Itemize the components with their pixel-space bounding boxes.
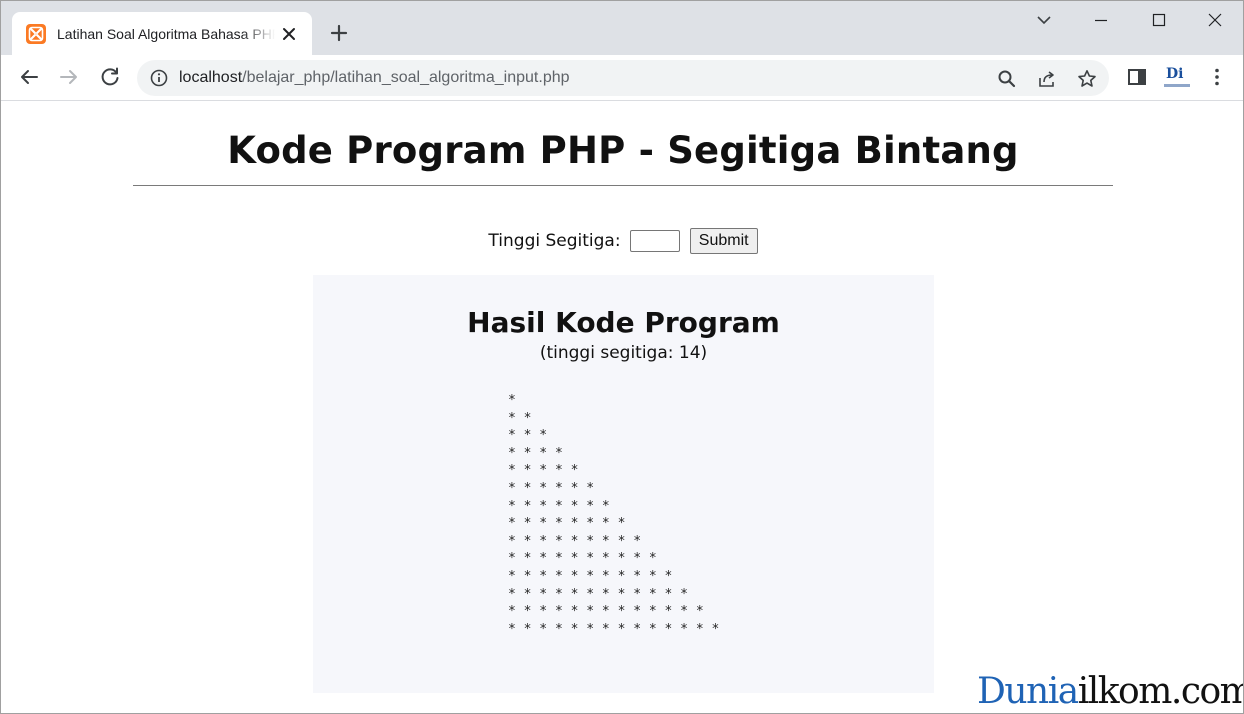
bookmark-star-icon[interactable] (1077, 69, 1097, 89)
height-input[interactable] (629, 230, 680, 252)
site-info-icon[interactable] (150, 69, 168, 87)
browser-tab[interactable]: Latihan Soal Algoritma Bahasa PHP (12, 12, 312, 55)
star-row: * * * * * * * * * * * (508, 568, 673, 584)
height-form: Tinggi Segitiga: Submit (1, 228, 1243, 256)
height-label: Tinggi Segitiga: (488, 231, 621, 251)
close-window-icon[interactable] (1200, 7, 1230, 33)
tab-title: Latihan Soal Algoritma Bahasa PHP (57, 26, 275, 42)
page-title: Kode Program PHP - Segitiga Bintang (227, 129, 1019, 172)
maximize-icon[interactable] (1144, 7, 1174, 33)
browser-toolbar: localhost/belajar_php/latihan_soal_algor… (1, 55, 1243, 101)
url-text[interactable]: localhost/belajar_php/latihan_soal_algor… (179, 68, 570, 88)
xampp-favicon-icon (26, 24, 46, 44)
menu-kebab-icon[interactable] (1205, 65, 1229, 89)
star-row: * * * * * * * * * (508, 533, 642, 549)
url-host: localhost (179, 69, 243, 86)
divider (133, 185, 1113, 186)
star-row: * (508, 393, 516, 408)
share-icon[interactable] (1037, 69, 1057, 89)
minimize-icon[interactable] (1086, 7, 1116, 33)
star-row: * * * * * (508, 463, 579, 479)
star-row: * * * * * * * * * * * * * * (508, 621, 720, 637)
star-triangle: * * * * * * * * * * * * * * * * * * * * * * * … (508, 392, 719, 638)
star-row: * * * (508, 428, 548, 444)
tab-strip: Latihan Soal Algoritma Bahasa PHP (1, 1, 1243, 55)
page-content: Kode Program PHP - Segitiga Bintang Ting… (1, 101, 1244, 713)
result-title: Hasil Kode Program (467, 306, 780, 339)
side-panel-icon[interactable] (1125, 65, 1149, 89)
forward-arrow-icon[interactable] (57, 65, 81, 89)
zoom-search-icon[interactable] (997, 69, 1017, 89)
tab-close-icon[interactable] (280, 25, 298, 43)
tab-search-chevron-icon[interactable] (1029, 7, 1059, 33)
star-row: * * * * (508, 445, 563, 461)
star-row: * * * * * * * (508, 498, 610, 514)
extension-duniailkom-icon[interactable]: Di (1164, 66, 1190, 92)
result-panel: Hasil Kode Program (tinggi segitiga: 14)… (313, 275, 934, 693)
star-row: * * * * * * (508, 480, 595, 496)
watermark-logo: Duniailkom.com (977, 671, 1244, 712)
star-row: * * * * * * * * * * (508, 551, 657, 567)
reload-icon[interactable] (98, 65, 122, 89)
url-path: /belajar_php/latihan_soal_algoritma_inpu… (242, 69, 570, 86)
result-subtitle: (tinggi segitiga: 14) (539, 343, 708, 363)
star-row: * * * * * * * * * * * * (508, 586, 689, 602)
new-tab-plus-icon[interactable] (327, 21, 351, 45)
star-row: * * (508, 410, 532, 426)
star-row: * * * * * * * * (508, 516, 626, 532)
submit-button[interactable]: Submit (689, 228, 758, 254)
browser-window: Latihan Soal Algoritma Bahasa PHP localh… (0, 0, 1244, 714)
star-row: * * * * * * * * * * * * * (508, 604, 704, 620)
address-bar[interactable]: localhost/belajar_php/latihan_soal_algor… (137, 60, 1109, 96)
back-arrow-icon[interactable] (17, 65, 41, 89)
